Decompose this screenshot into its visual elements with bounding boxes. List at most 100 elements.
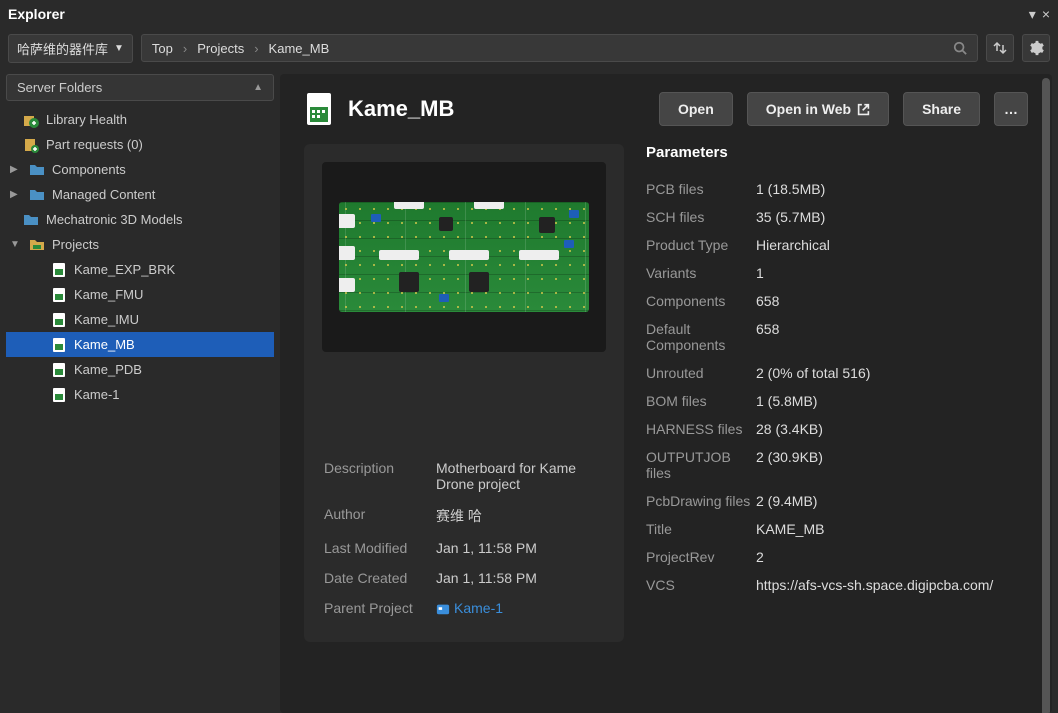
proj-icon	[50, 386, 68, 404]
parent-project-icon	[436, 602, 450, 616]
param-row: Components658	[646, 287, 1028, 315]
param-row: TitleKAME_MB	[646, 515, 1028, 543]
meta-label: Parent Project	[324, 594, 434, 622]
tree-item[interactable]: Part requests (0)	[6, 132, 274, 157]
param-key: BOM files	[646, 393, 756, 409]
param-value: 1	[756, 265, 1028, 281]
tree-item[interactable]: Library Health	[6, 107, 274, 132]
tree-item[interactable]: ▶Managed Content	[6, 182, 274, 207]
tree-item[interactable]: Kame_FMU	[6, 282, 274, 307]
param-value: 658	[756, 293, 1028, 309]
folder-tree: Library Health Part requests (0) ▶ Componen…	[6, 105, 274, 409]
project-title: Kame_MB	[348, 96, 645, 122]
settings-button[interactable]	[1022, 34, 1050, 62]
param-value: 2	[756, 549, 1028, 565]
tree-item-label: Components	[52, 162, 126, 177]
parameters-title: Parameters	[646, 144, 1028, 161]
param-row: PcbDrawing files2 (9.4MB)	[646, 487, 1028, 515]
breadcrumb-item[interactable]: Projects	[197, 41, 244, 56]
folder-icon	[28, 161, 46, 179]
tree-item[interactable]: Kame-1	[6, 382, 274, 407]
param-key: PcbDrawing files	[646, 493, 756, 509]
open-button[interactable]: Open	[659, 92, 733, 126]
folder-icon	[22, 211, 40, 229]
library-dropdown[interactable]: 哈萨维的器件库 ▼	[8, 34, 133, 63]
tree-item[interactable]: ▶ Components	[6, 157, 274, 182]
close-icon[interactable]: ×	[1042, 6, 1050, 22]
breadcrumb: Top › Projects › Kame_MB	[141, 34, 978, 62]
search-icon[interactable]	[953, 41, 967, 55]
dropdown-arrow-icon[interactable]: ▾	[1029, 6, 1036, 23]
scrollbar[interactable]	[1042, 78, 1050, 709]
param-key: Components	[646, 293, 756, 309]
param-row: VCShttps://afs-vcs-sh.space.digipcba.com…	[646, 571, 1028, 599]
sidebar-header-label: Server Folders	[17, 80, 102, 95]
param-row: HARNESS files28 (3.4KB)	[646, 415, 1028, 443]
tree-item-label: Mechatronic 3D Models	[46, 212, 183, 227]
meta-value: Jan 1, 11:58 PM	[436, 534, 604, 562]
tree-item[interactable]: Kame_PDB	[6, 357, 274, 382]
proj-icon	[50, 261, 68, 279]
chevron-right-icon[interactable]: ▶	[10, 189, 22, 200]
proj-icon	[50, 311, 68, 329]
param-value: KAME_MB	[756, 521, 1028, 537]
param-key: HARNESS files	[646, 421, 756, 437]
requests-icon	[22, 136, 40, 154]
tree-item-label: Kame_EXP_BRK	[74, 262, 175, 277]
tree-item-label: Kame-1	[74, 387, 120, 402]
chevron-right-icon[interactable]: ▶	[10, 164, 22, 175]
tree-item[interactable]: Mechatronic 3D Models	[6, 207, 274, 232]
meta-table: DescriptionMotherboard for Kame Drone pr…	[322, 452, 606, 624]
detail-panel: Kame_MB Open Open in Web Share …	[280, 74, 1052, 713]
param-value: 1 (18.5MB)	[756, 181, 1028, 197]
external-link-icon	[857, 103, 870, 116]
param-key: SCH files	[646, 209, 756, 225]
param-value: 658	[756, 321, 1028, 353]
chevron-right-icon: ›	[183, 41, 187, 56]
library-dropdown-label: 哈萨维的器件库	[17, 39, 108, 58]
tree-item-label: Kame_PDB	[74, 362, 142, 377]
param-value: Hierarchical	[756, 237, 1028, 253]
window-title: Explorer	[8, 6, 65, 22]
parent-project-link[interactable]: Kame-1	[454, 600, 503, 616]
tree-item-label: Kame_MB	[74, 337, 135, 352]
collapse-icon: ▲	[253, 82, 263, 93]
pcb-preview	[322, 162, 606, 352]
tree-item-label: Library Health	[46, 112, 127, 127]
breadcrumb-item[interactable]: Kame_MB	[269, 41, 330, 56]
param-row: Variants1	[646, 259, 1028, 287]
proj-icon	[50, 336, 68, 354]
param-key: Product Type	[646, 237, 756, 253]
titlebar: Explorer ▾ ×	[0, 0, 1058, 28]
param-key: Title	[646, 521, 756, 537]
scrollbar-thumb[interactable]	[1042, 78, 1050, 713]
param-value: 2 (0% of total 516)	[756, 365, 1028, 381]
param-value: 2 (9.4MB)	[756, 493, 1028, 509]
refresh-button[interactable]	[986, 34, 1014, 62]
sidebar-header[interactable]: Server Folders ▲	[6, 74, 274, 101]
tree-item[interactable]: Kame_IMU	[6, 307, 274, 332]
tree-item[interactable]: Kame_EXP_BRK	[6, 257, 274, 282]
meta-label: Date Created	[324, 564, 434, 592]
param-row: ProjectRev2	[646, 543, 1028, 571]
tree-item[interactable]: Kame_MB	[6, 332, 274, 357]
folder-icon	[28, 186, 46, 204]
toolbar: 哈萨维的器件库 ▼ Top › Projects › Kame_MB	[0, 28, 1058, 68]
param-row: SCH files35 (5.7MB)	[646, 203, 1028, 231]
param-key: Default Components	[646, 321, 756, 353]
proj-icon	[50, 361, 68, 379]
more-button[interactable]: …	[994, 92, 1028, 126]
share-button[interactable]: Share	[903, 92, 980, 126]
chevron-right-icon: ›	[254, 41, 258, 56]
param-row: PCB files1 (18.5MB)	[646, 175, 1028, 203]
param-key: PCB files	[646, 181, 756, 197]
proj-icon	[50, 286, 68, 304]
meta-label: Author	[324, 500, 434, 532]
meta-value: 赛维 哈	[436, 500, 604, 532]
open-in-web-button[interactable]: Open in Web	[747, 92, 889, 126]
breadcrumb-item[interactable]: Top	[152, 41, 173, 56]
tree-item[interactable]: ▼Projects	[6, 232, 274, 257]
chevron-down-icon[interactable]: ▼	[10, 239, 22, 250]
tree-item-label: Kame_FMU	[74, 287, 143, 302]
param-key: VCS	[646, 577, 756, 593]
